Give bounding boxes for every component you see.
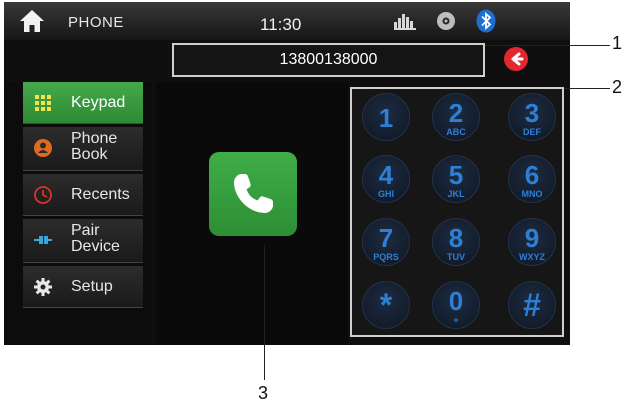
- key-hash[interactable]: #: [508, 281, 556, 329]
- key-digit: 0: [448, 286, 464, 316]
- key-letters: DEF: [523, 127, 541, 137]
- key-digit: 5: [448, 160, 464, 190]
- menu-item-phone-book[interactable]: Phone Book: [23, 127, 143, 171]
- key-letters: WXYZ: [519, 252, 545, 262]
- key-digit: 3: [524, 98, 540, 128]
- key-letters: TUV: [447, 252, 465, 262]
- callout-line-1: [485, 45, 610, 46]
- key-digit: 4: [378, 160, 394, 190]
- pair-device-icon: [34, 236, 52, 244]
- key-letters: GHI: [377, 189, 394, 199]
- menu-label-keypad: Keypad: [71, 94, 126, 111]
- key-0[interactable]: 0 +: [432, 281, 480, 329]
- key-letters: +: [453, 315, 459, 325]
- menu-label-pair-device: Pair Device: [71, 222, 120, 255]
- key-letters: PQRS: [373, 252, 399, 262]
- key-digit: 8: [448, 223, 464, 253]
- key-9[interactable]: 9 WXYZ: [508, 218, 556, 266]
- menu-item-keypad[interactable]: Keypad: [23, 82, 143, 124]
- callout-number-2: 2: [612, 77, 623, 97]
- status-bar: PHONE 11:30: [4, 2, 570, 40]
- key-7[interactable]: 7 PQRS: [362, 218, 410, 266]
- key-digit: 9: [524, 223, 540, 253]
- key-digit: 6: [524, 160, 540, 190]
- key-letters: JKL: [447, 189, 465, 199]
- backspace-icon[interactable]: [503, 46, 529, 72]
- keypad-icon: [35, 95, 51, 111]
- menu-label-setup: Setup: [71, 278, 113, 295]
- menu-item-pair-device[interactable]: Pair Device: [23, 219, 143, 263]
- callout-line-3: [264, 245, 265, 380]
- key-digit: 2: [448, 98, 464, 128]
- menu-label-recents: Recents: [71, 186, 130, 203]
- dialed-number-display[interactable]: 13800138000: [172, 43, 485, 77]
- key-letters: MNO: [521, 189, 543, 199]
- equalizer-icon[interactable]: [394, 12, 416, 30]
- menu-item-setup[interactable]: Setup: [23, 266, 143, 308]
- callout-number-1: 1: [612, 33, 623, 53]
- home-icon[interactable]: [18, 8, 46, 34]
- callout-line-2: [564, 88, 610, 89]
- bluetooth-icon[interactable]: [476, 9, 496, 33]
- key-3[interactable]: 3 DEF: [508, 93, 556, 141]
- key-star[interactable]: *: [362, 281, 410, 329]
- key-symbol: #: [523, 287, 541, 323]
- key-digit: 1: [378, 103, 394, 133]
- key-letters: ABC: [446, 127, 466, 137]
- gear-icon: [34, 278, 52, 296]
- clock: 11:30: [260, 15, 302, 34]
- key-8[interactable]: 8 TUV: [432, 218, 480, 266]
- phonebook-icon: [34, 139, 52, 157]
- dialed-number: 13800138000: [279, 51, 378, 68]
- menu-item-recents[interactable]: Recents: [23, 174, 143, 216]
- key-5[interactable]: 5 JKL: [432, 155, 480, 203]
- key-1[interactable]: 1: [362, 93, 410, 141]
- key-symbol: *: [379, 287, 393, 323]
- app-title: PHONE: [68, 14, 124, 31]
- phone-handset-icon: [234, 174, 273, 213]
- key-6[interactable]: 6 MNO: [508, 155, 556, 203]
- call-button[interactable]: [209, 152, 297, 236]
- disc-icon[interactable]: [436, 11, 456, 31]
- key-4[interactable]: 4 GHI: [362, 155, 410, 203]
- recents-icon: [34, 186, 52, 204]
- callout-number-3: 3: [258, 383, 269, 403]
- key-2[interactable]: 2 ABC: [432, 93, 480, 141]
- key-digit: 7: [378, 223, 394, 253]
- menu-label-phone-book: Phone Book: [71, 130, 118, 163]
